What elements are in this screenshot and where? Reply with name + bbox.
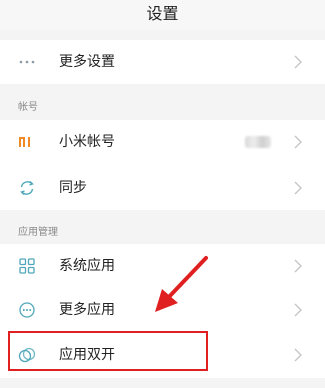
top-group-card: 更多设置 <box>0 40 325 84</box>
row-more-settings[interactable]: 更多设置 <box>0 40 325 84</box>
sync-icon <box>20 181 34 195</box>
chevron-right-icon <box>294 181 302 195</box>
row-sync[interactable]: 同步 <box>0 166 325 210</box>
page-title: 设置 <box>0 0 325 30</box>
more-circle-icon <box>19 302 35 318</box>
row-label: 同步 <box>59 180 87 196</box>
section-header-account: 帐号 <box>18 102 38 113</box>
row-label: 系统应用 <box>59 258 115 274</box>
more-horizontal-icon <box>19 60 35 64</box>
row-more-apps[interactable]: 更多应用 <box>0 288 325 332</box>
chevron-right-icon <box>294 348 302 362</box>
row-system-apps[interactable]: 系统应用 <box>0 244 325 288</box>
row-label: 更多应用 <box>59 302 115 318</box>
account-card: 小米帐号 同步 <box>0 120 325 210</box>
chevron-right-icon <box>294 55 302 69</box>
chevron-right-icon <box>294 259 302 273</box>
chevron-right-icon <box>294 135 302 149</box>
mi-logo-icon <box>19 137 30 147</box>
row-label: 更多设置 <box>59 54 115 70</box>
row-mi-account[interactable]: 小米帐号 <box>0 120 325 164</box>
highlight-box-dual-apps <box>8 331 208 371</box>
section-header-app-management: 应用管理 <box>18 227 58 238</box>
row-label: 小米帐号 <box>59 134 115 150</box>
chevron-right-icon <box>294 303 302 317</box>
grid-apps-icon <box>19 258 35 274</box>
account-id-blurred <box>245 136 271 148</box>
